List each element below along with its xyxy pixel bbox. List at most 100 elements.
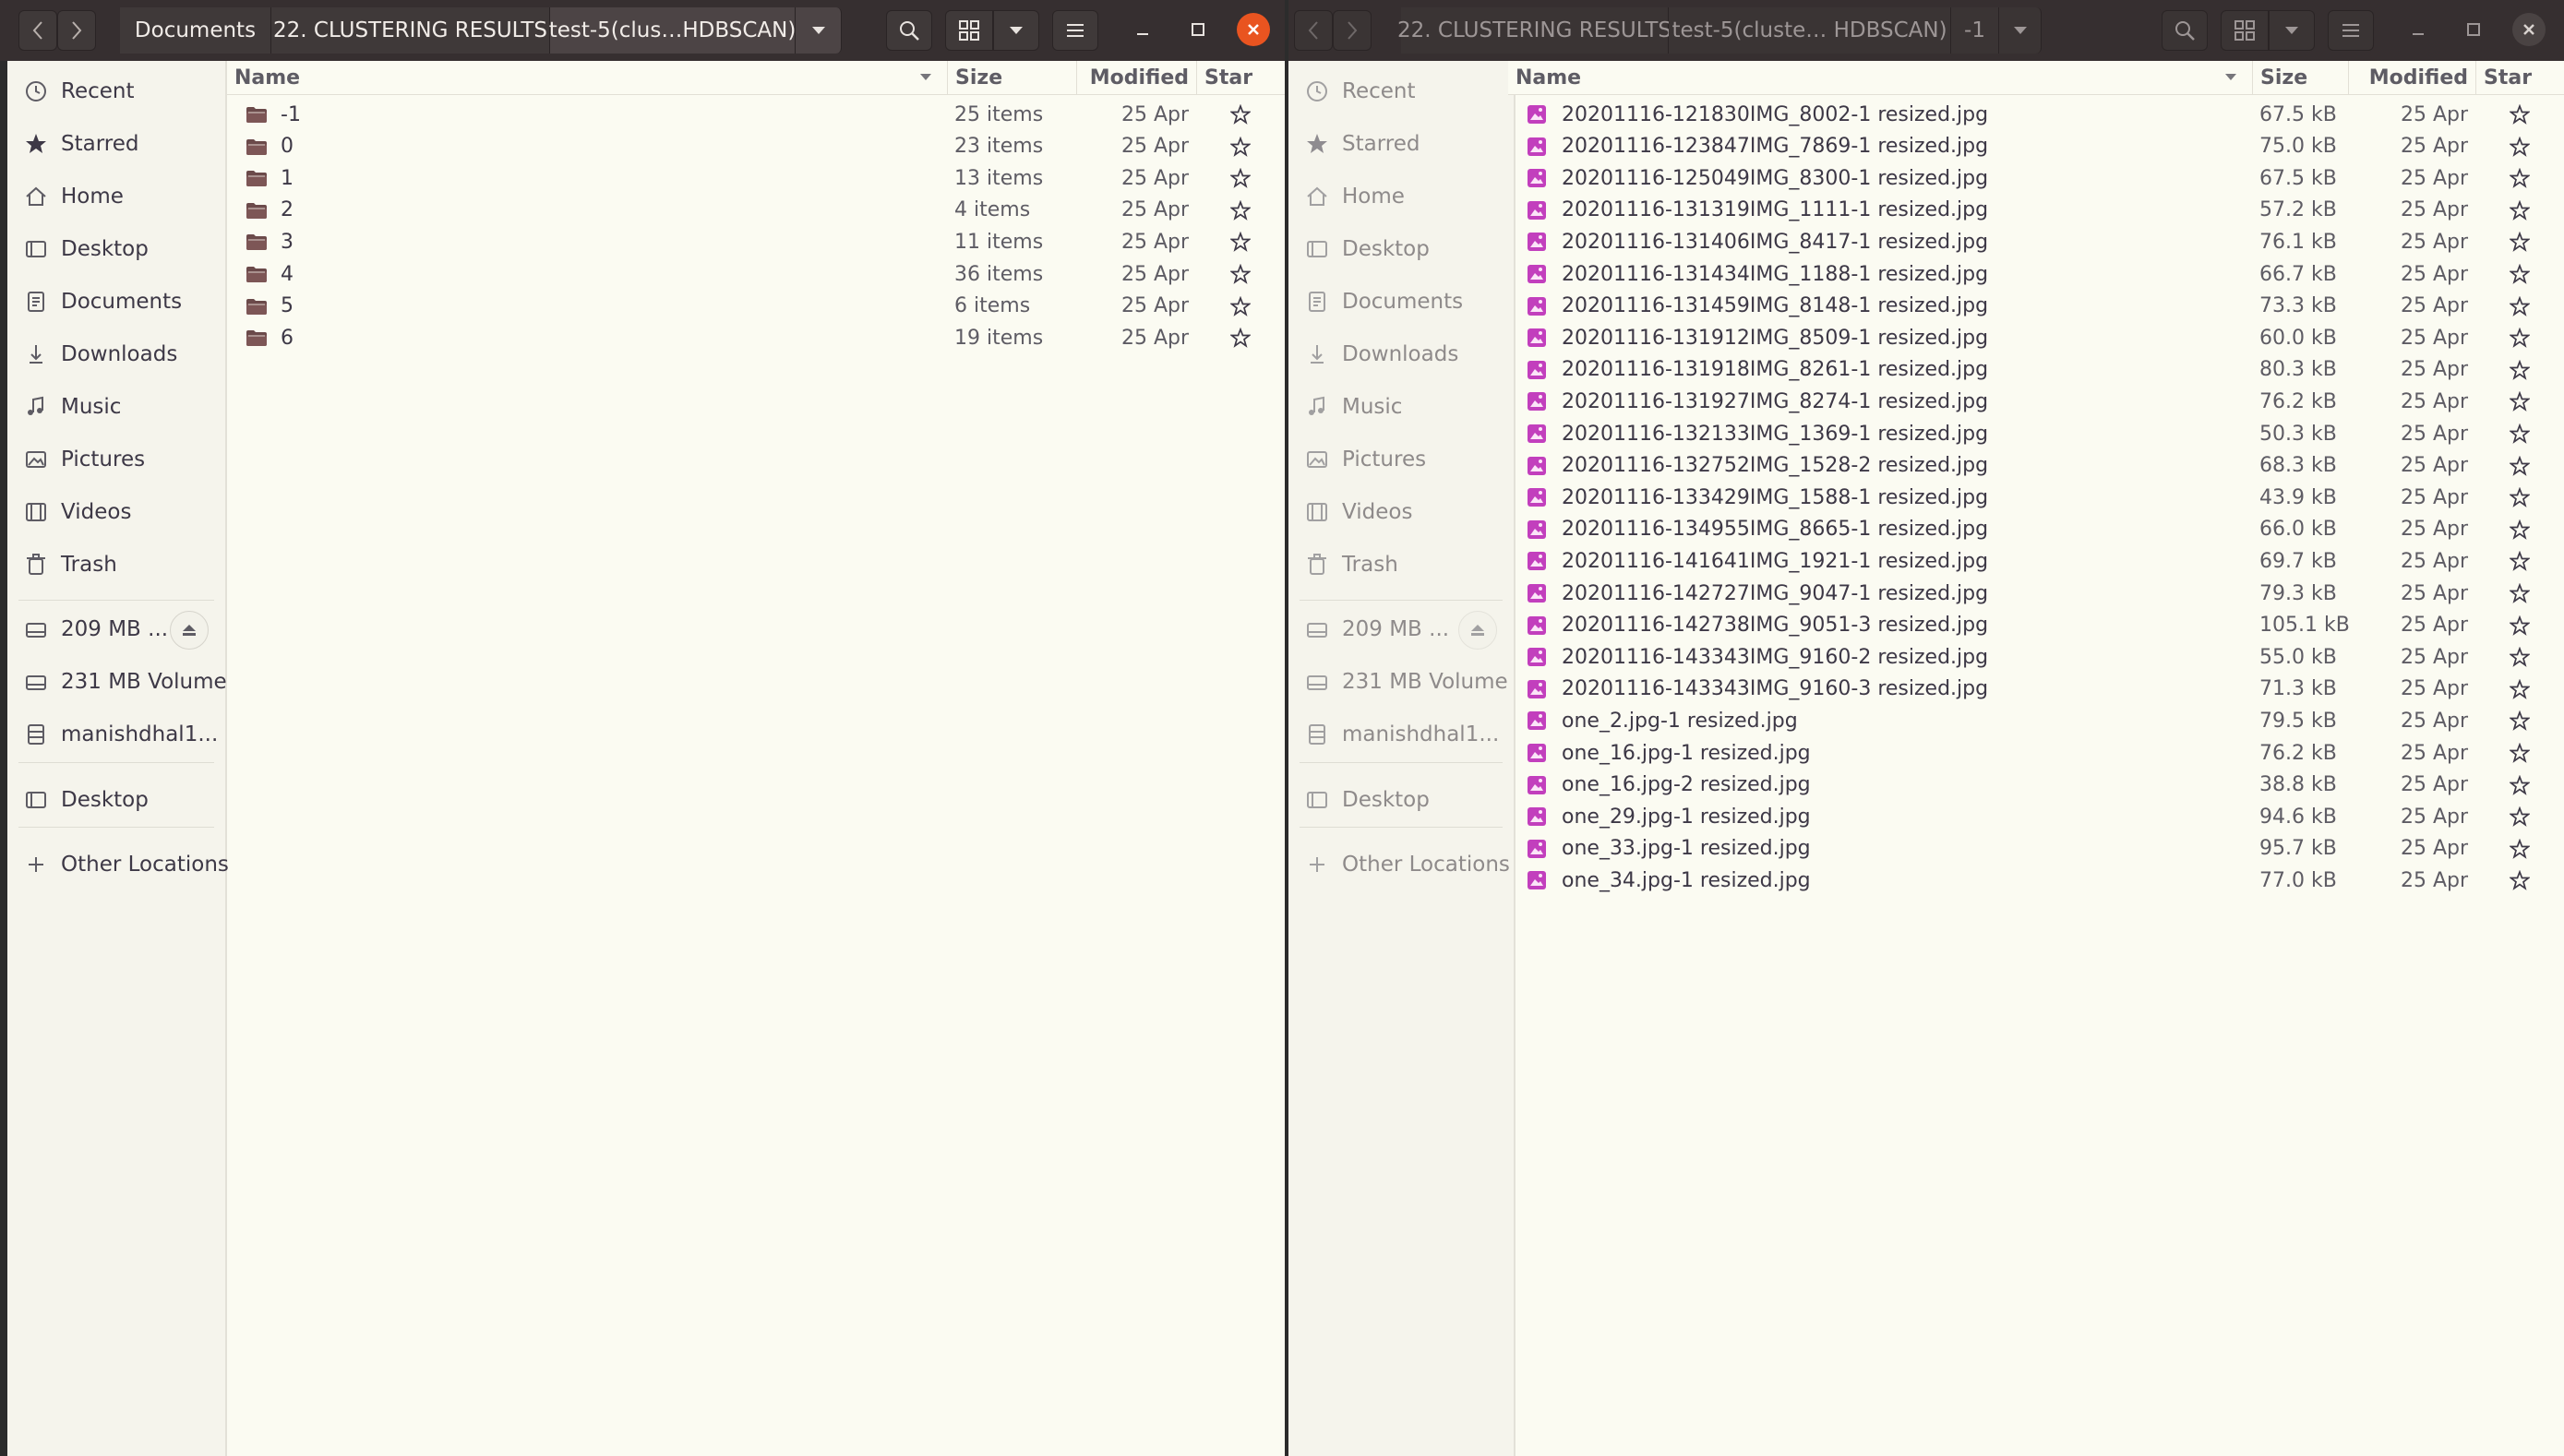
main-menu-button[interactable] bbox=[1052, 10, 1098, 51]
star-toggle[interactable] bbox=[2475, 195, 2564, 226]
sidebar-item-desktop[interactable]: Desktop bbox=[1305, 776, 1514, 824]
sidebar-item-home[interactable]: Home bbox=[24, 173, 225, 221]
search-button[interactable] bbox=[2162, 10, 2208, 51]
column-header-star[interactable]: Star bbox=[2475, 61, 2564, 94]
maximize-button[interactable] bbox=[2457, 13, 2490, 46]
sidebar-item-other-locations[interactable]: Other Locations bbox=[1305, 841, 1514, 889]
sidebar-item-desktop[interactable]: Desktop bbox=[1305, 225, 1514, 273]
column-header-size[interactable]: Size bbox=[947, 61, 1076, 94]
sidebar-item-209-mb[interactable]: 209 MB ... bbox=[1305, 605, 1514, 653]
breadcrumb-documents[interactable]: Documents bbox=[120, 7, 271, 54]
folder-row[interactable]: 0 23 items 25 Apr bbox=[227, 131, 1285, 162]
star-toggle[interactable] bbox=[1196, 258, 1285, 290]
sidebar-item-music[interactable]: Music bbox=[24, 383, 225, 431]
sidebar-item-trash[interactable]: Trash bbox=[1305, 541, 1514, 589]
folder-row[interactable]: 6 19 items 25 Apr bbox=[227, 322, 1285, 353]
breadcrumb-menu-button[interactable] bbox=[1999, 7, 2042, 54]
column-header-size[interactable]: Size bbox=[2252, 61, 2348, 94]
sidebar-item-videos[interactable]: Videos bbox=[24, 488, 225, 536]
maximize-button[interactable] bbox=[1181, 13, 1215, 46]
star-toggle[interactable] bbox=[2475, 514, 2564, 545]
sidebar-item-downloads[interactable]: Downloads bbox=[24, 330, 225, 378]
file-row[interactable]: 20201116-131912IMG_8509-1 resized.jpg 60.… bbox=[1508, 322, 2564, 353]
file-row[interactable]: one_2.jpg-1 resized.jpg 79.5 kB 25 Apr bbox=[1508, 705, 2564, 736]
breadcrumb-menu-button[interactable] bbox=[796, 7, 842, 54]
sidebar-item-231-mb-volume[interactable]: 231 MB Volume bbox=[1305, 658, 1514, 706]
sidebar-item-recent[interactable]: Recent bbox=[1305, 67, 1514, 115]
sidebar-item-documents[interactable]: Documents bbox=[1305, 278, 1514, 326]
star-toggle[interactable] bbox=[1196, 131, 1285, 162]
sidebar-item-manishdhal1[interactable]: manishdhal1... bbox=[1305, 710, 1514, 758]
file-row[interactable]: 20201116-121830IMG_8002-1 resized.jpg 67.… bbox=[1508, 99, 2564, 130]
eject-button[interactable] bbox=[170, 611, 209, 650]
star-toggle[interactable] bbox=[2475, 386, 2564, 417]
star-toggle[interactable] bbox=[2475, 705, 2564, 736]
sidebar-item-recent[interactable]: Recent bbox=[24, 67, 225, 115]
back-button[interactable] bbox=[18, 10, 57, 51]
star-toggle[interactable] bbox=[2475, 322, 2564, 353]
folder-row[interactable]: -1 25 items 25 Apr bbox=[227, 99, 1285, 130]
star-toggle[interactable] bbox=[2475, 737, 2564, 769]
breadcrumb-current-folder[interactable]: -1 bbox=[1951, 7, 1999, 54]
star-toggle[interactable] bbox=[2475, 641, 2564, 673]
star-toggle[interactable] bbox=[2475, 865, 2564, 896]
star-toggle[interactable] bbox=[2475, 291, 2564, 322]
star-toggle[interactable] bbox=[2475, 610, 2564, 641]
breadcrumb-clustering-results[interactable]: 22. CLUSTERING RESULTS bbox=[1397, 7, 1671, 54]
star-toggle[interactable] bbox=[2475, 418, 2564, 449]
sidebar-item-231-mb-volume[interactable]: 231 MB Volume bbox=[24, 658, 227, 706]
sidebar-item-other-locations[interactable]: Other Locations bbox=[24, 841, 229, 889]
sidebar-item-desktop[interactable]: Desktop bbox=[24, 225, 225, 273]
folder-row[interactable]: 2 4 items 25 Apr bbox=[227, 195, 1285, 226]
sidebar-item-209-mb[interactable]: 209 MB ... bbox=[24, 605, 225, 653]
file-row[interactable]: 20201116-133429IMG_1588-1 resized.jpg 43.… bbox=[1508, 482, 2564, 513]
sidebar-item-home[interactable]: Home bbox=[1305, 173, 1514, 221]
star-toggle[interactable] bbox=[2475, 99, 2564, 130]
file-row[interactable]: 20201116-141641IMG_1921-1 resized.jpg 69.… bbox=[1508, 545, 2564, 577]
column-header-star[interactable]: Star bbox=[1196, 61, 1285, 94]
file-row[interactable]: 20201116-131459IMG_8148-1 resized.jpg 73.… bbox=[1508, 291, 2564, 322]
eject-button[interactable] bbox=[1458, 611, 1497, 650]
star-toggle[interactable] bbox=[2475, 545, 2564, 577]
minimize-button[interactable] bbox=[1126, 13, 1159, 46]
sidebar-item-pictures[interactable]: Pictures bbox=[1305, 436, 1514, 483]
back-button[interactable] bbox=[1294, 10, 1333, 51]
star-toggle[interactable] bbox=[1196, 162, 1285, 194]
star-toggle[interactable] bbox=[2475, 226, 2564, 257]
minimize-button[interactable] bbox=[2402, 13, 2435, 46]
star-toggle[interactable] bbox=[2475, 131, 2564, 162]
file-row[interactable]: 20201116-125049IMG_8300-1 resized.jpg 67.… bbox=[1508, 162, 2564, 194]
close-button[interactable] bbox=[2512, 13, 2546, 46]
file-row[interactable]: 20201116-142727IMG_9047-1 resized.jpg 79.… bbox=[1508, 578, 2564, 609]
star-toggle[interactable] bbox=[1196, 195, 1285, 226]
view-options-button[interactable] bbox=[993, 10, 1039, 51]
star-toggle[interactable] bbox=[2475, 674, 2564, 705]
file-row[interactable]: 20201116-143343IMG_9160-3 resized.jpg 71.… bbox=[1508, 674, 2564, 705]
view-toggle-button[interactable] bbox=[945, 10, 993, 51]
file-row[interactable]: 20201116-132133IMG_1369-1 resized.jpg 50.… bbox=[1508, 418, 2564, 449]
sidebar-item-music[interactable]: Music bbox=[1305, 383, 1514, 431]
star-toggle[interactable] bbox=[2475, 770, 2564, 801]
star-toggle[interactable] bbox=[2475, 833, 2564, 865]
view-toggle-button[interactable] bbox=[2221, 10, 2269, 51]
file-row[interactable]: 20201116-123847IMG_7869-1 resized.jpg 75.… bbox=[1508, 131, 2564, 162]
breadcrumb-test-5[interactable]: test-5(cluste… HDBSCAN) bbox=[1669, 7, 1951, 54]
sidebar-item-documents[interactable]: Documents bbox=[24, 278, 225, 326]
sidebar-item-videos[interactable]: Videos bbox=[1305, 488, 1514, 536]
folder-row[interactable]: 1 13 items 25 Apr bbox=[227, 162, 1285, 194]
star-toggle[interactable] bbox=[1196, 291, 1285, 322]
file-row[interactable]: 20201116-132752IMG_1528-2 resized.jpg 68.… bbox=[1508, 450, 2564, 482]
star-toggle[interactable] bbox=[2475, 801, 2564, 832]
star-toggle[interactable] bbox=[2475, 258, 2564, 290]
star-toggle[interactable] bbox=[2475, 162, 2564, 194]
column-header-name[interactable]: Name bbox=[227, 61, 947, 94]
file-row[interactable]: 20201116-131406IMG_8417-1 resized.jpg 76.… bbox=[1508, 226, 2564, 257]
column-header-modified[interactable]: Modified bbox=[2348, 61, 2475, 94]
star-toggle[interactable] bbox=[2475, 354, 2564, 386]
folder-row[interactable]: 3 11 items 25 Apr bbox=[227, 226, 1285, 257]
star-toggle[interactable] bbox=[1196, 99, 1285, 130]
main-menu-button[interactable] bbox=[2328, 10, 2374, 51]
folder-row[interactable]: 5 6 items 25 Apr bbox=[227, 291, 1285, 322]
star-toggle[interactable] bbox=[2475, 450, 2564, 482]
search-button[interactable] bbox=[886, 10, 932, 51]
